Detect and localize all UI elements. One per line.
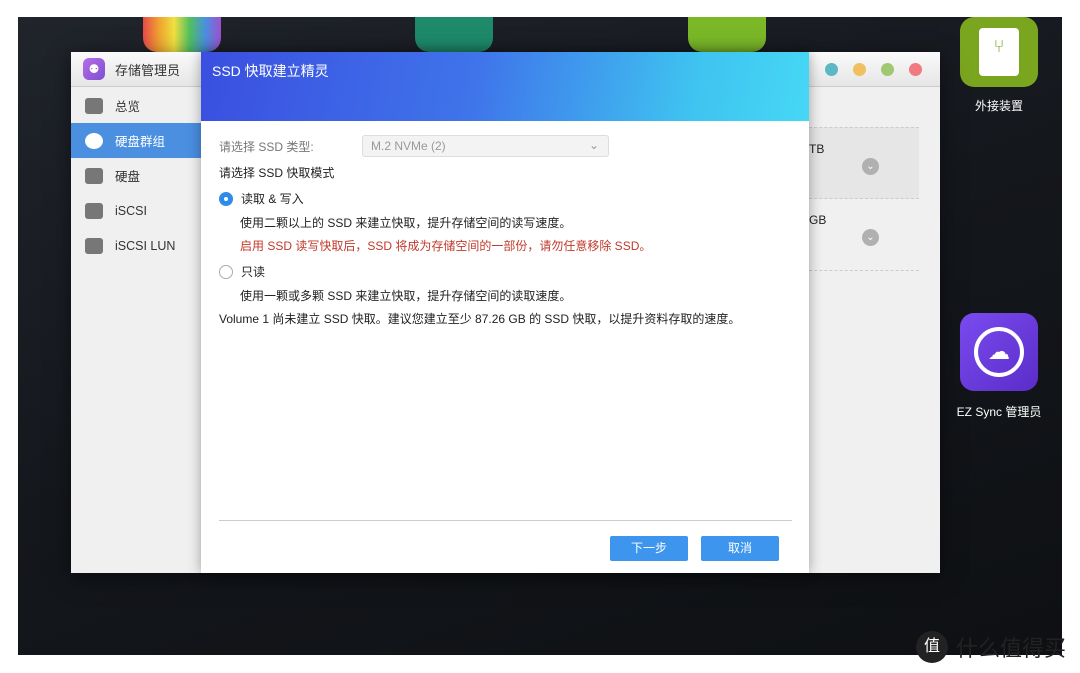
sidebar-item-overview[interactable]: 总览 — [71, 88, 201, 123]
chevron-down-icon[interactable]: ⌄ — [862, 158, 879, 175]
sidebar-item-iscsi-lun[interactable]: iSCSI LUN — [71, 228, 201, 263]
radio-button-checked[interactable] — [219, 191, 233, 206]
volume-list: TB ⌄ GB ⌄ — [809, 127, 919, 271]
footer-divider — [219, 520, 792, 521]
ez-sync-icon[interactable]: ☁ — [960, 313, 1038, 391]
sidebar-item-iscsi[interactable]: iSCSI — [71, 193, 201, 228]
list-icon — [85, 97, 103, 114]
external-device-icon[interactable]: ⑂ — [960, 17, 1038, 87]
app-icon-top-1[interactable] — [143, 17, 221, 52]
cancel-button[interactable]: 取消 — [701, 536, 779, 561]
window-title: 存储管理员 — [115, 62, 181, 78]
volume-note: Volume 1 尚未建立 SSD 快取。建议您建立至少 87.26 GB 的 … — [219, 312, 741, 326]
database-icon — [85, 237, 103, 254]
sidebar-item-hdd[interactable]: 硬盘 — [71, 158, 201, 193]
mode-label: 请选择 SSD 快取模式 — [219, 166, 335, 180]
hdd-icon — [85, 167, 103, 184]
radio-button[interactable] — [219, 264, 233, 279]
chevron-down-icon: ⌄ — [588, 138, 599, 152]
radio-read-write[interactable]: 读取 & 写入 — [219, 190, 791, 207]
read-write-description: 使用二颗以上的 SSD 来建立快取，提升存储空间的读写速度。 — [240, 216, 572, 230]
iscsi-icon — [85, 202, 103, 219]
watermark: 值什么值得买 — [915, 631, 1066, 663]
ez-sync-label: EZ Sync 管理员 — [956, 405, 1042, 419]
app-icon-top-2[interactable] — [415, 17, 493, 52]
disk-group-icon — [85, 132, 103, 149]
dialog-header: SSD 快取建立精灵 — [201, 52, 809, 121]
app-icon-top-3[interactable] — [688, 17, 766, 52]
sidebar-item-disk-group[interactable]: 硬盘群组 — [71, 123, 201, 158]
chevron-down-icon[interactable]: ⌄ — [862, 229, 879, 246]
restore-dot[interactable] — [853, 63, 866, 76]
minimize-dot[interactable] — [825, 63, 838, 76]
read-write-warning: 启用 SSD 读写快取后，SSD 将成为存储空间的一部份，请勿任意移除 SSD。 — [240, 239, 652, 253]
ssd-type-label: 请选择 SSD 类型: — [219, 139, 314, 154]
close-dot[interactable] — [909, 63, 922, 76]
watermark-logo: 值 — [915, 631, 948, 663]
volume-row[interactable]: TB ⌄ — [809, 127, 919, 199]
external-device-label: 外接装置 — [974, 99, 1023, 113]
next-button[interactable]: 下一步 — [610, 536, 688, 561]
app-logo-icon: ⚉ — [83, 58, 105, 80]
ssd-cache-wizard-dialog: SSD 快取建立精灵 请选择 SSD 类型: M.2 NVMe (2) ⌄ 请选择… — [201, 52, 809, 573]
volume-row[interactable]: GB ⌄ — [809, 199, 919, 271]
maximize-dot[interactable] — [881, 63, 894, 76]
read-only-description: 使用一颗或多颗 SSD 来建立快取，提升存储空间的读取速度。 — [240, 289, 572, 303]
sidebar: 总览 硬盘群组 硬盘 iSCSI iSCSI LUN — [71, 88, 201, 263]
radio-read-only[interactable]: 只读 — [219, 263, 791, 280]
dialog-title: SSD 快取建立精灵 — [212, 63, 329, 79]
ssd-type-select[interactable]: M.2 NVMe (2) ⌄ — [362, 135, 609, 157]
